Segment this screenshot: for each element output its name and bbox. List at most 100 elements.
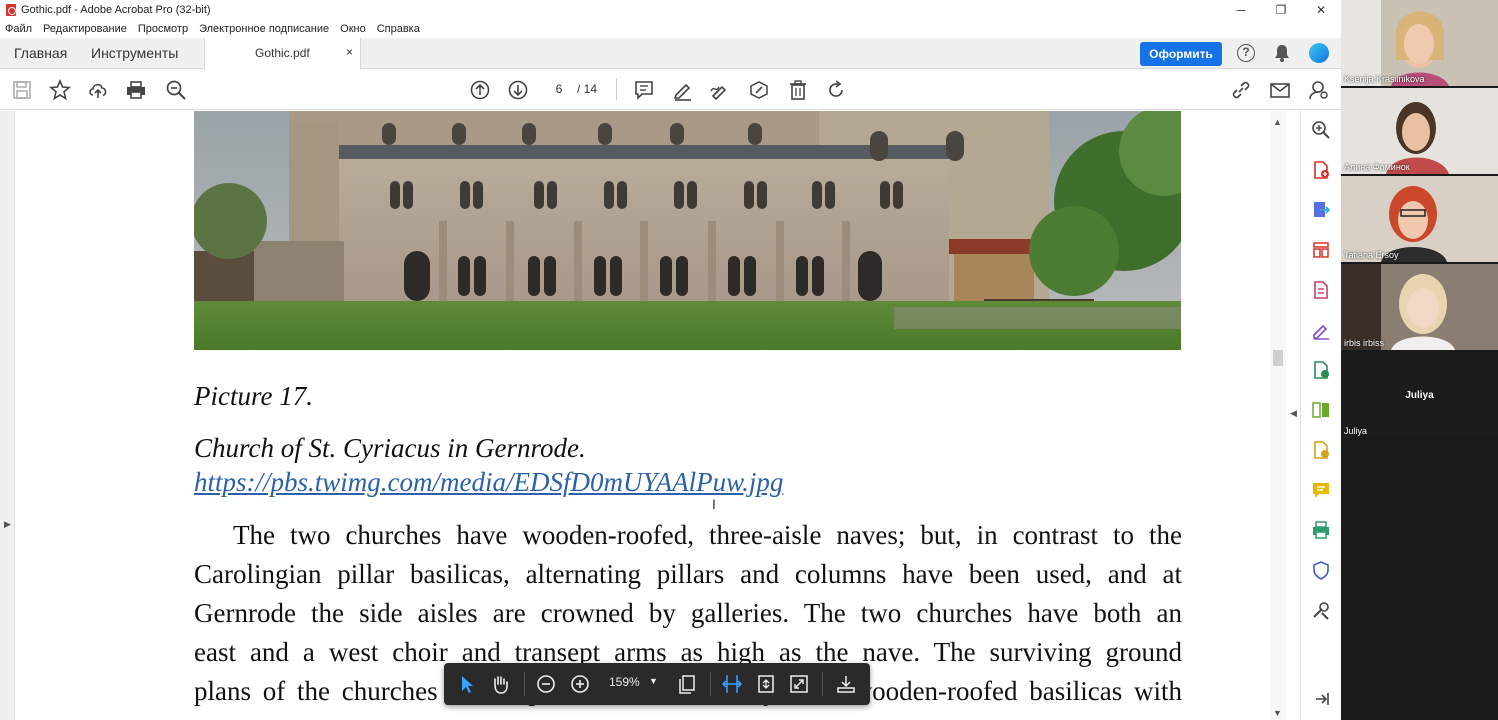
caption-image-link[interactable]: https://pbs.twimg.com/media/EDSfD0mUYAAl… — [194, 467, 783, 498]
print-icon[interactable] — [125, 79, 147, 101]
participant-name: Алина Фоминок — [1344, 162, 1410, 172]
document-viewport[interactable]: Picture 17. Church of St. Cyriacus in Ge… — [15, 111, 1270, 720]
select-pointer-icon[interactable] — [456, 673, 478, 695]
minimize-button[interactable]: ─ — [1221, 0, 1261, 20]
toolbar-separator — [616, 78, 617, 100]
fit-width-icon[interactable] — [721, 673, 743, 695]
email-icon[interactable] — [1269, 79, 1291, 101]
save-icon[interactable] — [11, 79, 33, 101]
floatbar-separator — [822, 672, 823, 696]
maximize-button[interactable]: ❐ — [1261, 0, 1301, 20]
create-pdf-icon[interactable] — [1311, 160, 1331, 180]
acrobat-window: Gothic.pdf - Adobe Acrobat Pro (32-bit) … — [0, 0, 1341, 720]
page-view-icon[interactable] — [676, 673, 698, 695]
page-down-icon[interactable] — [507, 79, 529, 101]
close-button[interactable]: ✕ — [1301, 0, 1341, 20]
body-line: Carolingian pillar basilicas, alternatin… — [194, 559, 1182, 589]
window-title: Gothic.pdf - Adobe Acrobat Pro (32-bit) — [21, 4, 211, 16]
draw-signature-icon[interactable] — [709, 79, 731, 101]
fill-sign-icon[interactable] — [1311, 320, 1331, 340]
more-tools-icon[interactable] — [1311, 600, 1331, 620]
scrollbar-thumb[interactable] — [1273, 350, 1283, 366]
zoom-out-icon[interactable] — [535, 673, 557, 695]
menu-view[interactable]: Просмотр — [138, 23, 188, 35]
zoom-out-search-icon[interactable] — [165, 79, 187, 101]
window-controls: ─ ❐ ✕ — [1221, 0, 1341, 20]
edit-pdf-icon[interactable] — [1311, 280, 1331, 300]
tab-tools[interactable]: Инструменты — [91, 38, 178, 69]
participant-tile[interactable]: Ksenija Krasilnikova — [1341, 0, 1498, 86]
menu-esign[interactable]: Электронное подписание — [199, 23, 329, 35]
zoom-level[interactable]: 159% — [609, 675, 640, 689]
help-icon[interactable]: ? — [1237, 44, 1255, 62]
highlight-pen-icon[interactable] — [672, 79, 694, 101]
title-bar: Gothic.pdf - Adobe Acrobat Pro (32-bit) … — [0, 0, 1341, 20]
participant-tile[interactable]: Tatiana Ersoy — [1341, 176, 1498, 262]
page-number-input[interactable]: 6 — [545, 78, 573, 100]
participant-name: irbis irbiss — [1344, 338, 1385, 348]
organize-pages-icon[interactable] — [1311, 240, 1331, 260]
cloud-upload-icon[interactable] — [87, 79, 109, 101]
zoom-in-icon[interactable] — [569, 673, 591, 695]
send-for-signature-icon[interactable] — [1311, 360, 1331, 380]
floatbar-separator — [710, 672, 711, 696]
read-mode-icon[interactable] — [835, 673, 857, 695]
zoom-search-icon[interactable] — [1311, 120, 1331, 140]
hand-tool-icon[interactable] — [489, 673, 511, 695]
account-avatar[interactable] — [1309, 43, 1329, 63]
caption-picture-number: Picture 17. — [194, 381, 313, 411]
participant-tile[interactable]: Алина Фоминок — [1341, 88, 1498, 174]
tab-close-icon[interactable]: × — [346, 45, 353, 59]
fit-page-icon[interactable] — [755, 673, 777, 695]
participant-name: Juliya — [1344, 426, 1368, 436]
scroll-down-icon[interactable]: ▼ — [1273, 708, 1282, 718]
oform-button[interactable]: Оформить — [1140, 42, 1222, 66]
comment-icon[interactable] — [633, 79, 655, 101]
page-total-label: / 14 — [577, 82, 598, 96]
tab-home[interactable]: Главная — [14, 38, 67, 69]
body-line: The two churches have wooden-roofed, thr… — [233, 520, 1182, 550]
text-cursor-icon: I — [712, 496, 716, 512]
participant-name: Ksenija Krasilnikova — [1344, 74, 1425, 84]
full-screen-icon[interactable] — [788, 673, 810, 695]
share-link-icon[interactable] — [1230, 79, 1252, 101]
export-pdf-icon[interactable] — [1311, 200, 1331, 220]
star-bookmark-icon[interactable] — [49, 78, 71, 101]
comment-tool-icon[interactable] — [1311, 480, 1331, 500]
participant-name: Tatiana Ersoy — [1344, 250, 1399, 260]
left-nav-panel[interactable]: ▶ — [0, 111, 15, 720]
page-up-icon[interactable] — [469, 79, 491, 101]
print-production-icon[interactable] — [1311, 520, 1331, 540]
pdf-app-icon — [6, 4, 16, 16]
menu-file[interactable]: Файл — [5, 23, 32, 35]
menu-window[interactable]: Окно — [340, 23, 366, 35]
collapse-tools-panel-icon[interactable] — [1311, 689, 1331, 709]
compare-files-icon[interactable] — [1311, 400, 1331, 420]
church-photo — [194, 111, 1181, 350]
delete-icon[interactable] — [787, 79, 809, 101]
tab-document[interactable]: Gothic.pdf × — [204, 38, 361, 70]
zoom-dropdown-icon[interactable]: ▼ — [649, 676, 658, 686]
video-call-panel: Ksenija Krasilnikova Алина Фоминок Tatia… — [1341, 0, 1498, 720]
participant-tile[interactable]: irbis irbiss — [1341, 264, 1498, 350]
menu-edit[interactable]: Редактирование — [43, 23, 127, 35]
collapse-right-panel-icon[interactable]: ◀ — [1290, 408, 1297, 419]
menu-bar: Файл Редактирование Просмотр Электронное… — [0, 20, 1341, 38]
combine-files-icon[interactable] — [1311, 440, 1331, 460]
scroll-up-icon[interactable]: ▲ — [1273, 117, 1282, 127]
tab-document-label: Gothic.pdf — [255, 46, 310, 60]
rotate-icon[interactable] — [825, 79, 847, 101]
menu-help[interactable]: Справка — [377, 23, 420, 35]
user-search-icon[interactable] — [1308, 79, 1330, 101]
expand-left-panel-icon[interactable]: ▶ — [4, 519, 11, 530]
protect-shield-icon[interactable] — [1311, 560, 1331, 580]
floatbar-separator — [524, 672, 525, 696]
body-line: Gernrode the side aisles are crowned by … — [194, 598, 1182, 628]
edit-text-icon[interactable] — [748, 79, 770, 101]
right-panel-collapse-strip[interactable]: ◀ — [1286, 111, 1301, 720]
participant-tile[interactable]: Juliya Juliya — [1341, 352, 1498, 438]
vertical-scrollbar[interactable]: ▲ ▼ — [1270, 111, 1286, 720]
notifications-bell-icon[interactable] — [1272, 43, 1292, 63]
floating-page-toolbar: 159% ▼ — [444, 663, 870, 705]
right-tools-panel — [1302, 111, 1341, 720]
